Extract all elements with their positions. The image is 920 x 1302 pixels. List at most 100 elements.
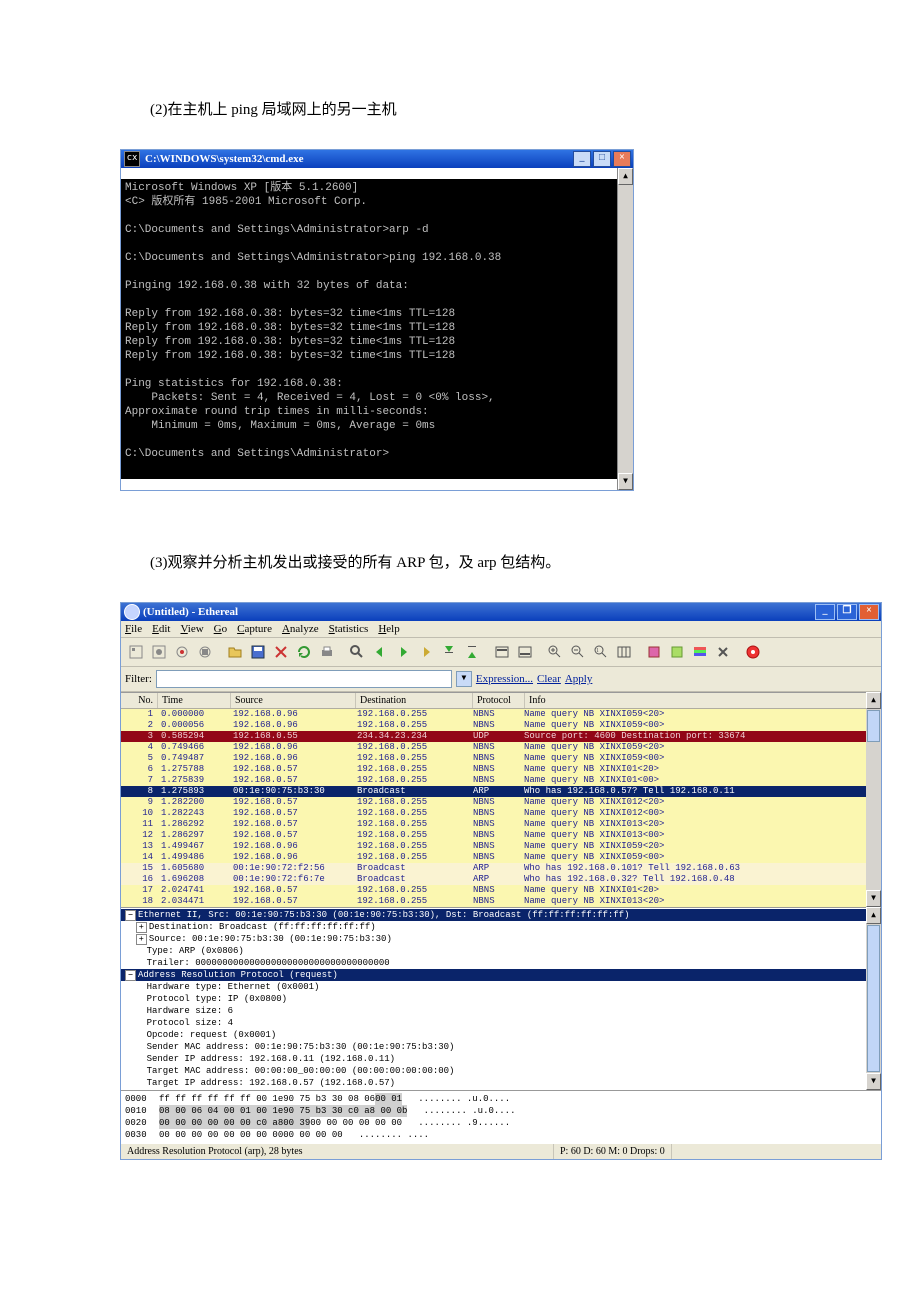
capture-filters-icon[interactable] — [643, 641, 665, 663]
list-interfaces-icon[interactable] — [125, 641, 147, 663]
go-first-icon[interactable] — [438, 641, 460, 663]
menu-go[interactable]: Go — [214, 623, 227, 635]
clear-link[interactable]: Clear — [537, 673, 561, 685]
scroll-thumb[interactable] — [867, 710, 880, 742]
packet-row[interactable]: 141.499486192.168.0.96192.168.0.255NBNSN… — [121, 852, 881, 863]
close-button[interactable]: × — [613, 151, 631, 167]
go-forward-icon[interactable] — [392, 641, 414, 663]
hex-pane[interactable]: 0000 ff ff ff ff ff ff 00 1e 90 75 b3 30… — [121, 1090, 881, 1143]
find-icon[interactable] — [346, 641, 368, 663]
minimize-button[interactable]: _ — [573, 151, 591, 167]
restore-button[interactable]: ❐ — [837, 604, 857, 620]
go-back-icon[interactable] — [369, 641, 391, 663]
scroll-down-icon[interactable]: ▼ — [866, 1073, 881, 1090]
tree-collapse-icon[interactable]: − — [125, 970, 136, 981]
detail-target-ip: Target IP address: 192.168.0.57 (192.168… — [147, 1078, 395, 1088]
packet-row[interactable]: 182.034471192.168.0.57192.168.0.255NBNSN… — [121, 896, 881, 907]
zoom-out-icon[interactable] — [567, 641, 589, 663]
close-file-icon[interactable] — [270, 641, 292, 663]
zoom-100-icon[interactable]: 1 — [590, 641, 612, 663]
save-icon[interactable] — [247, 641, 269, 663]
zoom-in-icon[interactable] — [544, 641, 566, 663]
display-filters-icon[interactable] — [666, 641, 688, 663]
packet-row[interactable]: 20.000056192.168.0.96192.168.0.255NBNSNa… — [121, 720, 881, 731]
auto-scroll-icon[interactable] — [514, 641, 536, 663]
cmd-titlebar[interactable]: cx C:\WINDOWS\system32\cmd.exe _ □ × — [121, 150, 633, 168]
preferences-icon[interactable] — [712, 641, 734, 663]
packet-row[interactable]: 172.024741192.168.0.57192.168.0.255NBNSN… — [121, 885, 881, 896]
detail-type: Type: ARP (0x0806) — [147, 946, 244, 956]
col-time[interactable]: Time — [158, 693, 231, 708]
minimize-button[interactable]: _ — [815, 604, 835, 620]
help-icon[interactable] — [742, 641, 764, 663]
tree-expand-icon[interactable]: + — [136, 922, 147, 933]
packet-row[interactable]: 91.282200192.168.0.57192.168.0.255NBNSNa… — [121, 797, 881, 808]
colorize-icon[interactable] — [491, 641, 513, 663]
capture-options-icon[interactable] — [148, 641, 170, 663]
coloring-rules-icon[interactable] — [689, 641, 711, 663]
detail-target-mac: Target MAC address: 00:00:00_00:00:00 (0… — [147, 1066, 455, 1076]
ethereal-titlebar[interactable]: (Untitled) - Ethereal _ ❐ × — [121, 603, 881, 621]
scroll-up-icon[interactable]: ▲ — [618, 168, 633, 185]
packet-row[interactable]: 30.585294192.168.0.55234.34.23.234UDPSou… — [121, 731, 881, 742]
packet-row[interactable]: 61.275788192.168.0.57192.168.0.255NBNSNa… — [121, 764, 881, 775]
tree-collapse-icon[interactable]: − — [125, 910, 136, 921]
maximize-button[interactable]: □ — [593, 151, 611, 167]
detail-hwsize: Hardware size: 6 — [147, 1006, 233, 1016]
ethereal-window: (Untitled) - Ethereal _ ❐ × File Edit Vi… — [120, 602, 882, 1160]
packet-row[interactable]: 50.749487192.168.0.96192.168.0.255NBNSNa… — [121, 753, 881, 764]
cmd-output: Microsoft Windows XP [版本 5.1.2600] <C> 版… — [121, 179, 617, 479]
start-capture-icon[interactable] — [171, 641, 193, 663]
packet-row[interactable]: 131.499467192.168.0.96192.168.0.255NBNSN… — [121, 841, 881, 852]
packet-row[interactable]: 151.60568000:1e:90:72:f2:56BroadcastARPW… — [121, 863, 881, 874]
go-to-icon[interactable] — [415, 641, 437, 663]
scroll-down-icon[interactable]: ▼ — [866, 890, 881, 907]
packet-row[interactable]: 10.000000192.168.0.96192.168.0.255NBNSNa… — [121, 709, 881, 720]
menu-capture[interactable]: Capture — [237, 623, 272, 635]
packet-row[interactable]: 121.286297192.168.0.57192.168.0.255NBNSN… — [121, 830, 881, 841]
packet-row[interactable]: 81.27589300:1e:90:75:b3:30BroadcastARPWh… — [121, 786, 881, 797]
detail-sender-ip: Sender IP address: 192.168.0.11 (192.168… — [147, 1054, 395, 1064]
col-info[interactable]: Info — [525, 693, 881, 708]
col-protocol[interactable]: Protocol — [473, 693, 525, 708]
close-button[interactable]: × — [859, 604, 879, 620]
scroll-up-icon[interactable]: ▲ — [866, 692, 881, 709]
resize-columns-icon[interactable] — [613, 641, 635, 663]
scroll-up-icon[interactable]: ▲ — [866, 907, 881, 924]
menu-help[interactable]: Help — [378, 623, 399, 635]
packet-row[interactable]: 101.282243192.168.0.57192.168.0.255NBNSN… — [121, 808, 881, 819]
col-source[interactable]: Source — [231, 693, 356, 708]
apply-link[interactable]: Apply — [565, 673, 593, 685]
packet-header-row[interactable]: No. Time Source Destination Protocol Inf… — [121, 693, 881, 709]
toolbar: 1 — [121, 638, 881, 667]
packet-detail-pane[interactable]: −Ethernet II, Src: 00:1e:90:75:b3:30 (00… — [121, 907, 881, 1090]
col-no[interactable]: No. — [121, 693, 158, 708]
menu-file[interactable]: File — [125, 623, 142, 635]
detail-sender-mac: Sender MAC address: 00:1e:90:75:b3:30 (0… — [147, 1042, 455, 1052]
print-icon[interactable] — [316, 641, 338, 663]
stop-capture-icon[interactable] — [194, 641, 216, 663]
menu-edit[interactable]: Edit — [152, 623, 170, 635]
menu-analyze[interactable]: Analyze — [282, 623, 319, 635]
detail-dst: Destination: Broadcast (ff:ff:ff:ff:ff:f… — [149, 922, 376, 932]
menu-statistics[interactable]: Statistics — [329, 623, 369, 635]
filter-dropdown-icon[interactable]: ▼ — [456, 671, 472, 687]
packet-row[interactable]: 161.69620800:1e:90:72:f6:7eBroadcastARPW… — [121, 874, 881, 885]
expression-link[interactable]: Expression... — [476, 673, 533, 685]
open-icon[interactable] — [224, 641, 246, 663]
scroll-thumb[interactable] — [867, 925, 880, 1072]
go-last-icon[interactable] — [461, 641, 483, 663]
packet-list-pane[interactable]: No. Time Source Destination Protocol Inf… — [121, 692, 881, 907]
cmd-scrollbar[interactable]: ▲ ▼ — [617, 168, 633, 490]
menu-view[interactable]: View — [180, 623, 203, 635]
scroll-down-icon[interactable]: ▼ — [618, 473, 633, 490]
detail-scrollbar[interactable]: ▲ ▼ — [866, 907, 881, 1090]
filter-input[interactable] — [156, 670, 452, 688]
packet-list-scrollbar[interactable]: ▲ ▼ — [866, 692, 881, 907]
tree-expand-icon[interactable]: + — [136, 934, 147, 945]
reload-icon[interactable] — [293, 641, 315, 663]
packet-row[interactable]: 71.275839192.168.0.57192.168.0.255NBNSNa… — [121, 775, 881, 786]
packet-row[interactable]: 40.749466192.168.0.96192.168.0.255NBNSNa… — [121, 742, 881, 753]
packet-row[interactable]: 111.286292192.168.0.57192.168.0.255NBNSN… — [121, 819, 881, 830]
col-destination[interactable]: Destination — [356, 693, 473, 708]
